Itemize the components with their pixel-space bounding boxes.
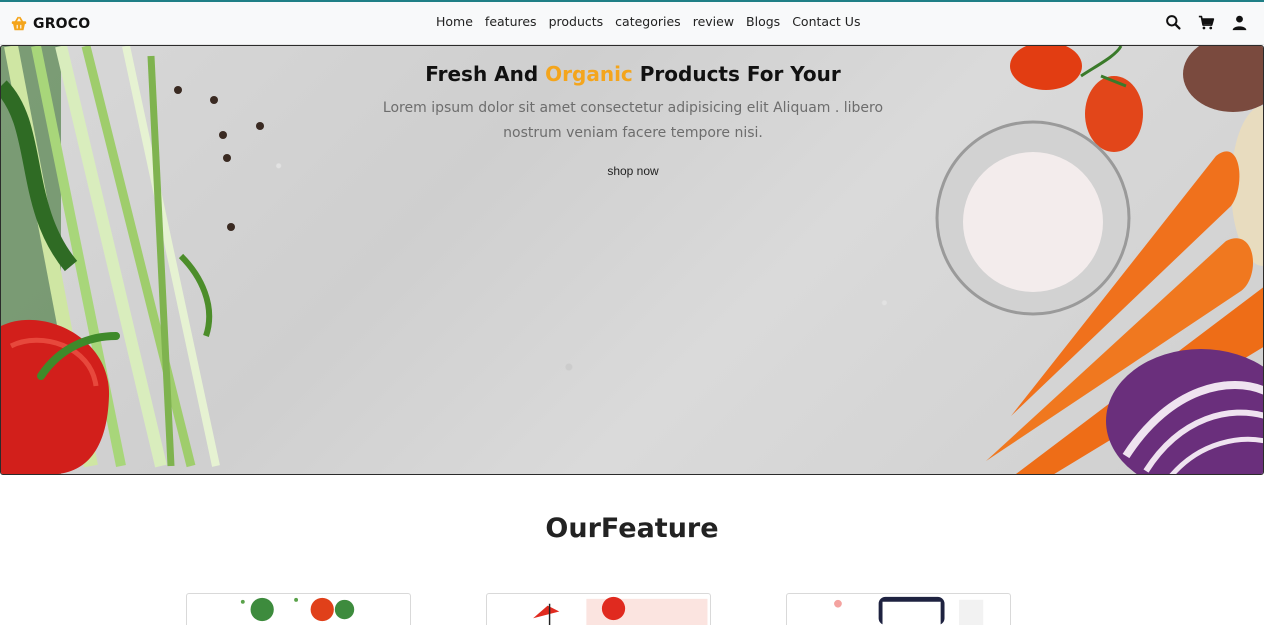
nav-link-blogs[interactable]: Blogs <box>746 14 780 29</box>
hero-content: Fresh And Organic Products For Your Lore… <box>1 62 1263 179</box>
salad-illustration <box>240 597 355 622</box>
hero-title-accent: Organic <box>545 62 633 86</box>
basket-icon <box>10 15 28 33</box>
shop-now-button[interactable]: shop now <box>597 164 668 178</box>
cart-icon[interactable] <box>1198 14 1215 31</box>
cabbage-illustration <box>1106 349 1263 474</box>
hero-description: Lorem ipsum dolor sit amet consectetur a… <box>382 100 884 141</box>
nav-icons <box>1165 14 1248 31</box>
nav-link-review[interactable]: review <box>693 14 734 29</box>
nav-link-products[interactable]: products <box>549 14 604 29</box>
nav-links: Home features products categories review… <box>436 14 860 29</box>
hero-title-end: Products For Your <box>632 62 841 86</box>
feature-card-1[interactable] <box>186 593 411 625</box>
nav-link-categories[interactable]: categories <box>615 14 681 29</box>
hero-title-start: Fresh And <box>425 62 546 86</box>
hero-title: Fresh And Organic Products For Your <box>1 62 1263 86</box>
nav-link-contact[interactable]: Contact Us <box>792 14 860 29</box>
feature-card-3[interactable] <box>786 593 1011 625</box>
brand[interactable]: GROCO <box>10 12 90 36</box>
nav-link-home[interactable]: Home <box>436 14 473 29</box>
navbar: GROCO Home features products categories … <box>0 2 1264 45</box>
mobile-order-illustration <box>834 596 984 625</box>
hero-banner: Fresh And Organic Products For Your Lore… <box>0 45 1264 475</box>
search-icon[interactable] <box>1165 14 1182 31</box>
feature-section-title: OurFeature <box>545 513 719 544</box>
feature-card-2[interactable] <box>486 593 711 625</box>
brand-name: GROCO <box>33 16 91 32</box>
nav-link-features[interactable]: features <box>485 14 537 29</box>
user-icon[interactable] <box>1231 14 1248 31</box>
delivery-illustration <box>533 596 708 625</box>
